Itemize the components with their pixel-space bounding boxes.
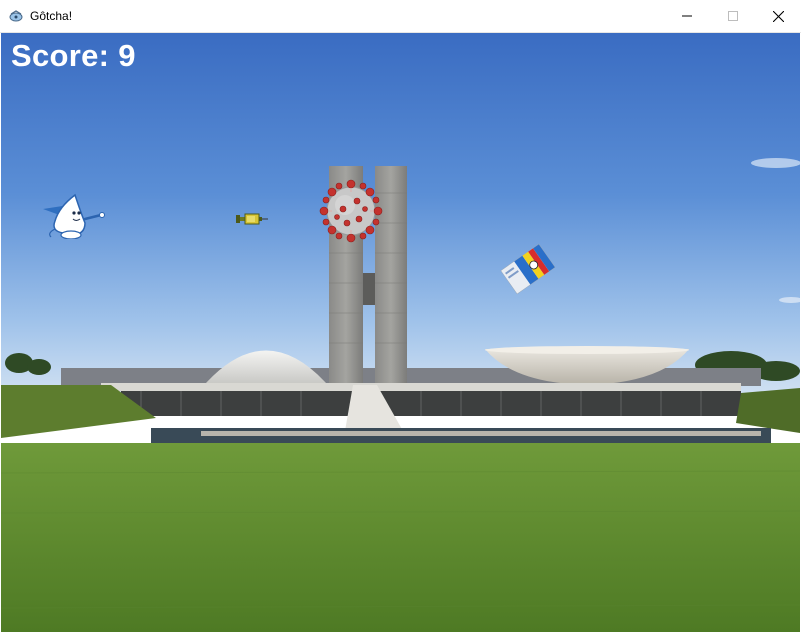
- game-app-icon: [9, 10, 23, 22]
- minimize-button[interactable]: [664, 0, 710, 32]
- background-scene: [1, 33, 800, 632]
- score-label: Score: 9: [11, 38, 136, 73]
- game-window: Gôtcha! Score: 9: [0, 0, 801, 633]
- maximize-icon: [728, 11, 738, 21]
- congress-platform: [101, 383, 741, 391]
- close-icon: [772, 10, 784, 22]
- minimize-icon: [682, 15, 692, 17]
- maximize-button[interactable]: [710, 0, 756, 32]
- window-title: Gôtcha!: [30, 9, 73, 23]
- game-canvas[interactable]: Score: 9: [1, 33, 800, 632]
- syringe-icon: [236, 213, 268, 225]
- flying-drop-character-icon: [43, 193, 105, 239]
- virus-icon: [319, 179, 383, 243]
- title-bar[interactable]: Gôtcha!: [0, 0, 801, 33]
- close-button[interactable]: [755, 0, 801, 32]
- medicine-box-icon: [500, 243, 556, 295]
